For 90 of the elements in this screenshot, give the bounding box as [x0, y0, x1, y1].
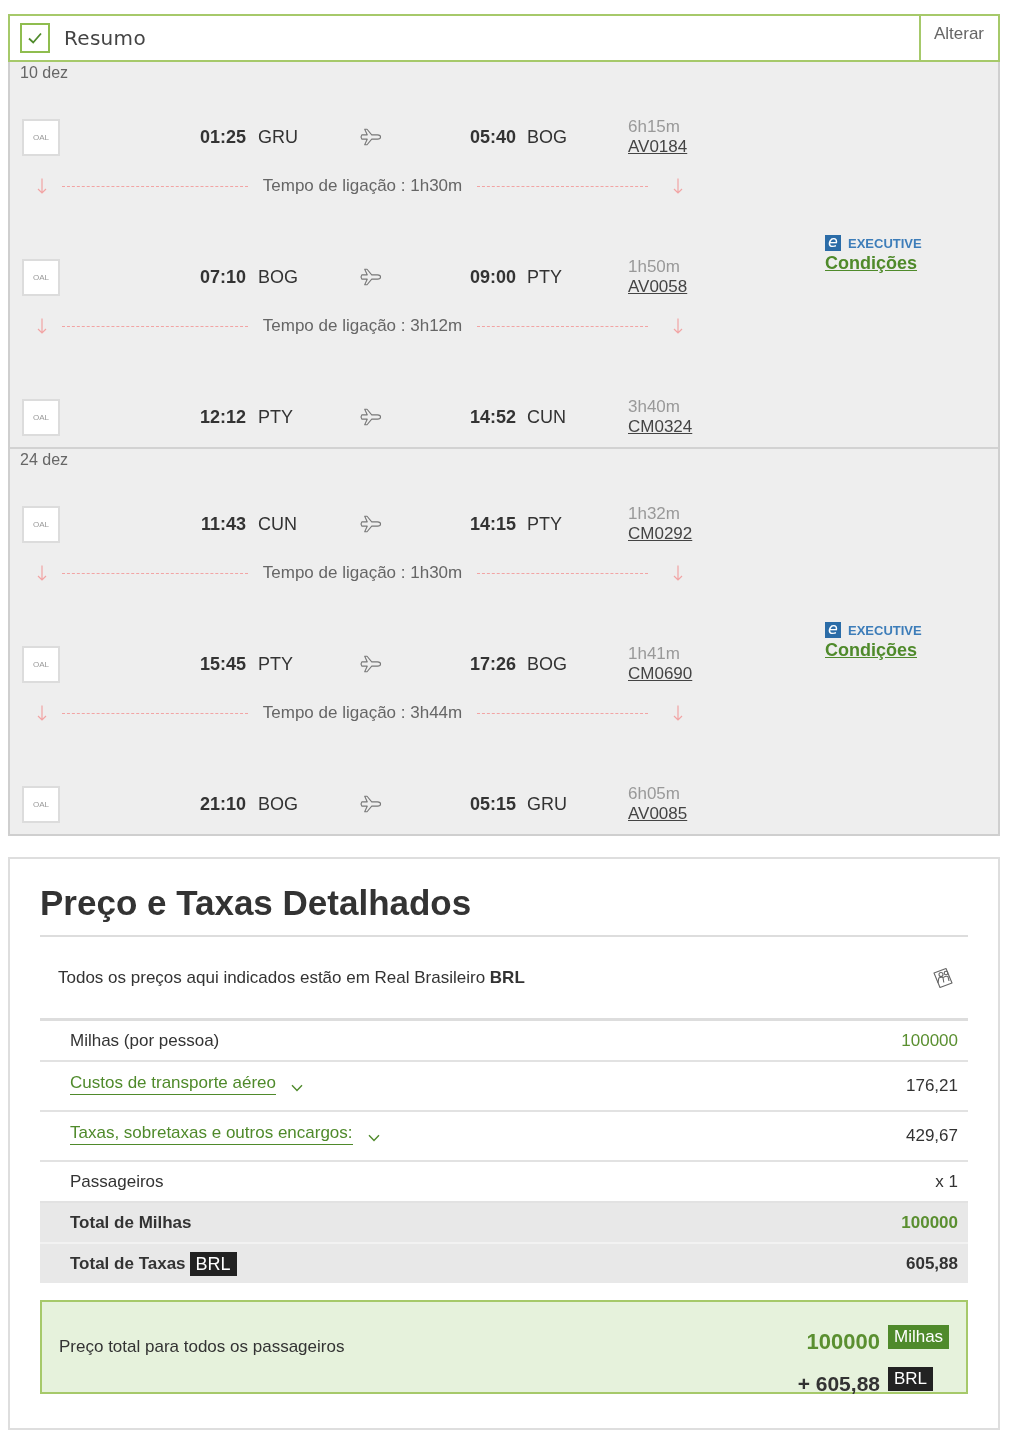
total-taxes: + 605,88: [797, 1373, 880, 1395]
flight-number-link[interactable]: AV0085: [628, 804, 688, 824]
departure-time: 12:12: [198, 406, 246, 428]
conditions-link[interactable]: Condições: [825, 253, 917, 274]
summary-title: Resumo: [64, 26, 146, 50]
flight-duration: 6h15m: [628, 117, 680, 137]
airline-logo: OAL: [22, 785, 60, 823]
arrival-airport: PTY: [527, 266, 563, 288]
airline-logo: OAL: [22, 645, 60, 683]
arrival-time: 05:15: [468, 793, 516, 815]
departure-time: 01:25: [198, 126, 246, 148]
cabin-logo: e: [825, 235, 841, 251]
currency-note: Todos os preços aqui indicados estão em Real Brasileiro BRL: [58, 967, 525, 988]
connection-time: Tempo de ligação : 1h30m: [261, 176, 464, 196]
currency-tag: BRL: [888, 1367, 934, 1391]
expand-toggle[interactable]: Custos de transporte aéreo: [70, 1073, 303, 1099]
total-label: Preço total para todos os passageiros: [59, 1337, 345, 1357]
connection-time: Tempo de ligação : 3h44m: [261, 703, 464, 723]
price-value: 100000: [901, 1212, 958, 1233]
airplane-icon: [360, 655, 382, 673]
airplane-icon: [360, 515, 382, 533]
airline-logo: OAL: [22, 398, 60, 436]
total-miles: 100000: [805, 1331, 880, 1353]
departure-airport: BOG: [258, 266, 299, 288]
arrival-time: 09:00: [468, 266, 516, 288]
departure-airport: GRU: [258, 126, 299, 148]
arrival-time: 05:40: [468, 126, 516, 148]
flight-duration: 3h40m: [628, 397, 680, 417]
currency-tag: BRL: [189, 1251, 237, 1276]
cabin-class: EXECUTIVE: [848, 622, 922, 638]
departure-time: 15:45: [198, 653, 246, 675]
down-arrow-icon: [673, 705, 683, 721]
airplane-icon: [360, 128, 382, 146]
flight-date: 24 dez: [19, 450, 70, 470]
flight-duration: 1h32m: [628, 504, 680, 524]
down-arrow-icon: [673, 565, 683, 581]
arrival-time: 14:15: [468, 513, 516, 535]
flight-number-link[interactable]: AV0058: [628, 277, 688, 297]
airplane-icon: [360, 408, 382, 426]
departure-time: 07:10: [198, 266, 246, 288]
flight-duration: 1h41m: [628, 644, 680, 664]
down-arrow-icon: [673, 178, 683, 194]
flight-duration: 1h50m: [628, 257, 680, 277]
arrival-airport: GRU: [527, 793, 568, 815]
airline-logo: OAL: [22, 118, 60, 156]
departure-time: 11:43: [199, 513, 246, 535]
flight-duration: 6h05m: [628, 784, 680, 804]
price-title: Preço e Taxas Detalhados: [40, 859, 968, 937]
price-value: 605,88: [906, 1253, 958, 1274]
departure-airport: PTY: [258, 406, 294, 428]
price-label: Milhas (por pessoa): [70, 1030, 220, 1051]
departure-airport: BOG: [258, 793, 299, 815]
departure-time: 21:10: [198, 793, 246, 815]
departure-airport: PTY: [258, 653, 294, 675]
expand-toggle[interactable]: Taxas, sobretaxas e outros encargos:: [70, 1123, 380, 1149]
people-icon[interactable]: [931, 966, 955, 989]
price-value: 429,67: [906, 1126, 958, 1146]
arrival-airport: CUN: [527, 406, 567, 428]
arrival-airport: PTY: [527, 513, 563, 535]
down-arrow-icon: [37, 705, 47, 721]
flight-number-link[interactable]: CM0690: [628, 664, 693, 684]
arrival-time: 14:52: [468, 406, 516, 428]
flight-date: 10 dez: [19, 63, 70, 83]
airplane-icon: [360, 795, 382, 813]
airplane-icon: [360, 268, 382, 286]
flight-number-link[interactable]: CM0324: [628, 417, 693, 437]
airline-logo: OAL: [22, 258, 60, 296]
down-arrow-icon: [37, 318, 47, 334]
price-value: 100000: [901, 1030, 958, 1051]
arrival-airport: BOG: [527, 653, 568, 675]
arrival-time: 17:26: [468, 653, 516, 675]
connection-time: Tempo de ligação : 1h30m: [261, 563, 464, 583]
flight-number-link[interactable]: CM0292: [628, 524, 693, 544]
miles-tag: Milhas: [888, 1325, 950, 1349]
down-arrow-icon: [37, 178, 47, 194]
cabin-logo: e: [825, 622, 841, 638]
flight-number-link[interactable]: AV0184: [628, 137, 688, 157]
price-label: Total de Milhas: [70, 1212, 192, 1233]
departure-airport: CUN: [258, 513, 298, 535]
airline-logo: OAL: [22, 505, 60, 543]
arrival-airport: BOG: [527, 126, 568, 148]
conditions-link[interactable]: Condições: [825, 640, 917, 661]
down-arrow-icon: [37, 565, 47, 581]
price-label: Total de Taxas: [70, 1253, 186, 1274]
price-value: x 1: [935, 1171, 958, 1192]
down-arrow-icon: [673, 318, 683, 334]
cabin-class: EXECUTIVE: [848, 235, 922, 251]
price-label: Passageiros: [70, 1171, 164, 1192]
price-value: 176,21: [906, 1076, 958, 1096]
connection-time: Tempo de ligação : 3h12m: [261, 316, 464, 336]
